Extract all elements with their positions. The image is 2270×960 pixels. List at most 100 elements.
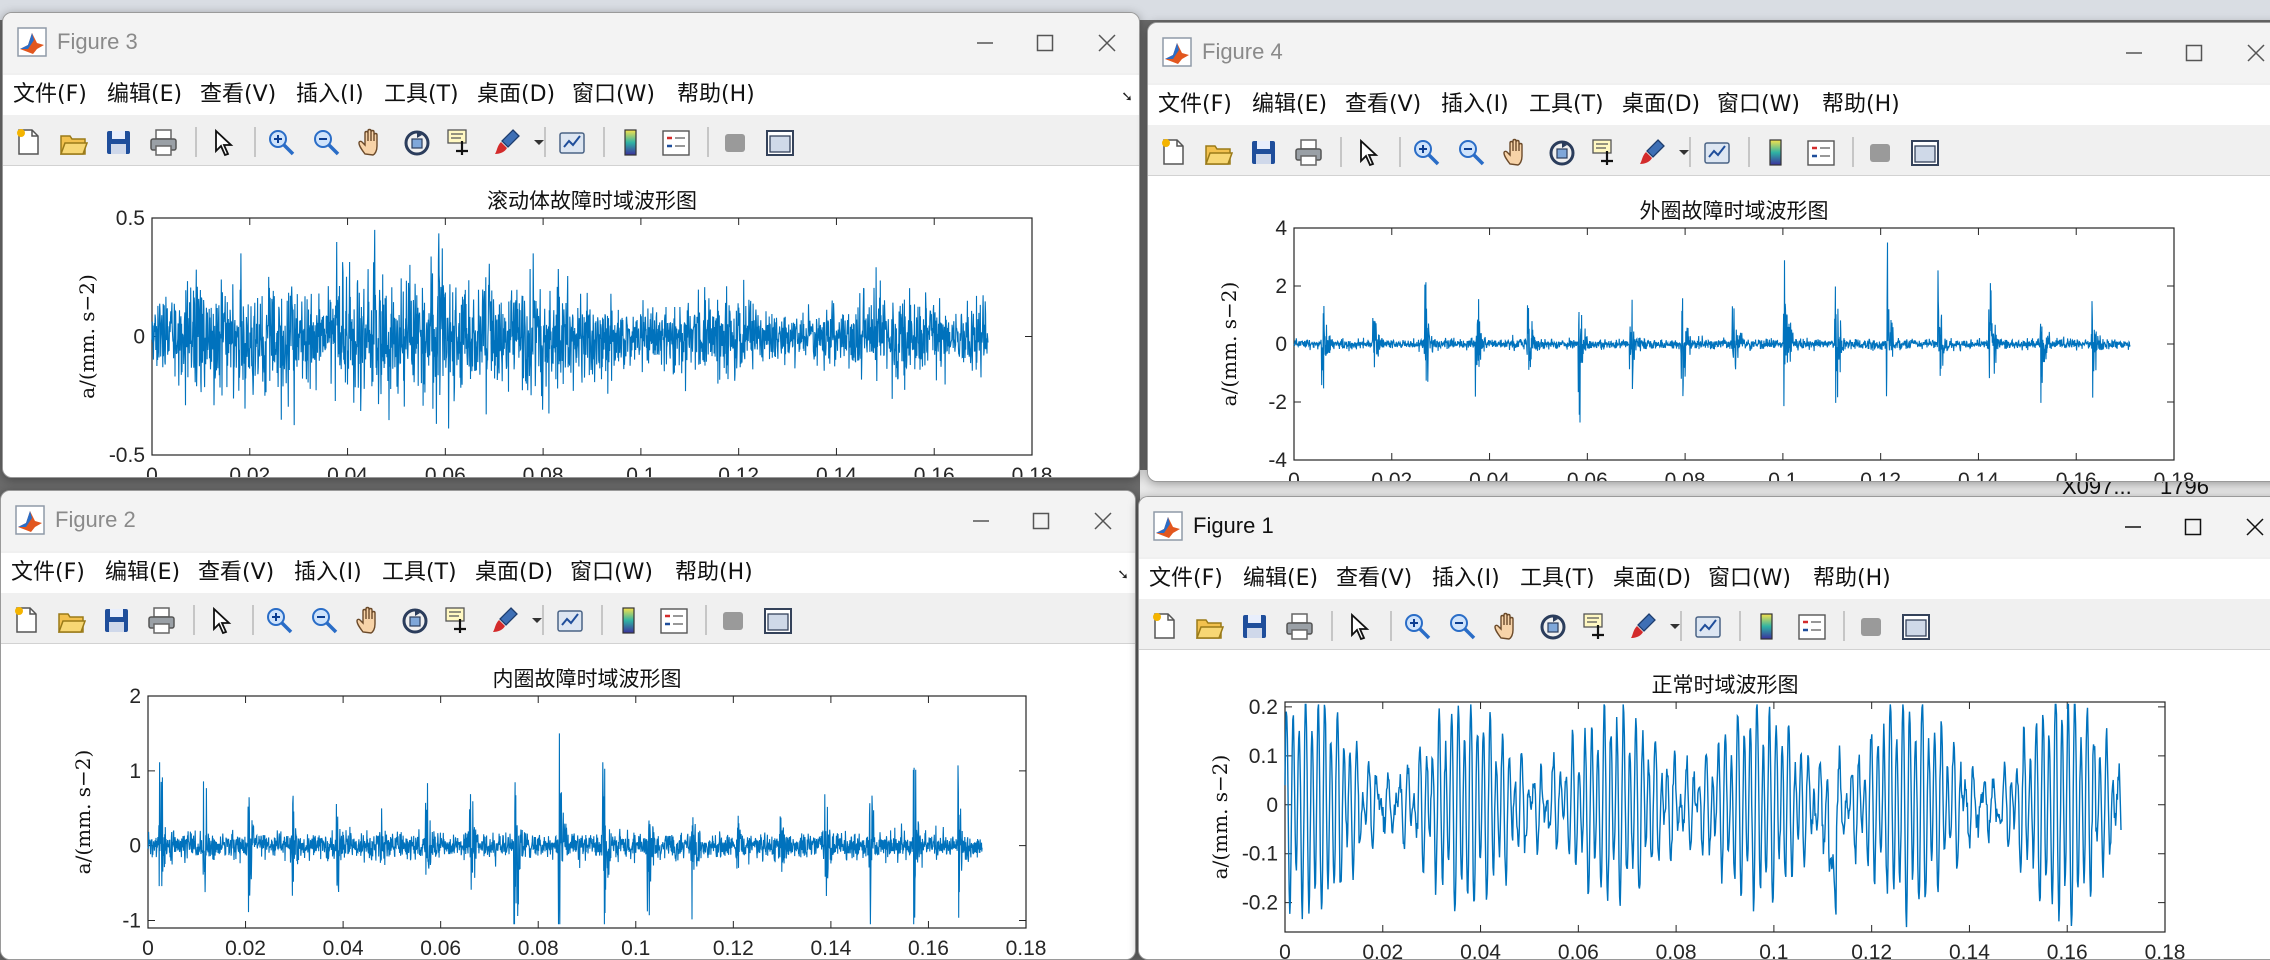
menu-item[interactable]: 工具(T) [1520, 565, 1595, 593]
minimize-button[interactable] [2114, 35, 2154, 71]
new-figure-icon[interactable] [13, 127, 43, 157]
show-plot-tools-icon[interactable] [762, 605, 792, 635]
legend-icon[interactable] [660, 127, 690, 157]
zoom-in-icon[interactable] [266, 127, 296, 157]
new-figure-icon[interactable] [11, 605, 41, 635]
brush-icon[interactable] [1627, 611, 1657, 641]
menu-item[interactable]: 插入(I) [294, 559, 362, 587]
figure-window-4[interactable]: Figure 4 文件(F) 编辑(E) 查看(V) 插入(I) 工具(T) 桌面(D) 窗口… [1147, 22, 2270, 482]
legend-icon[interactable] [658, 605, 688, 635]
hide-plot-tools-icon[interactable] [1864, 137, 1894, 167]
menu-item[interactable]: 文件(F) [1149, 565, 1223, 593]
menu-item[interactable]: 查看(V) [1336, 565, 1412, 593]
hide-plot-tools-icon[interactable] [717, 605, 747, 635]
hide-plot-tools-icon[interactable] [719, 127, 749, 157]
menu-overflow-icon[interactable]: ➘ [1117, 567, 1129, 583]
menu-item[interactable]: 工具(T) [1529, 91, 1604, 119]
save-icon[interactable] [1248, 137, 1278, 167]
menu-item[interactable]: 窗口(W) [1717, 91, 1800, 119]
colorbar-icon[interactable] [1751, 611, 1781, 641]
save-icon[interactable] [101, 605, 131, 635]
menu-item[interactable]: 桌面(D) [477, 81, 555, 109]
menu-item[interactable]: 查看(V) [200, 81, 276, 109]
menu-item[interactable]: 帮助(H) [675, 559, 753, 587]
brush-dropdown-icon[interactable] [1669, 137, 1699, 167]
zoom-in-icon[interactable] [1402, 611, 1432, 641]
save-icon[interactable] [1239, 611, 1269, 641]
colorbar-icon[interactable] [1760, 137, 1790, 167]
open-file-icon[interactable] [1194, 611, 1224, 641]
menu-item[interactable]: 插入(I) [296, 81, 364, 109]
minimize-button[interactable] [961, 503, 1001, 539]
menu-item[interactable]: 文件(F) [13, 81, 87, 109]
menu-item[interactable]: 编辑(E) [1252, 91, 1327, 119]
select-arrow-icon[interactable] [205, 605, 235, 635]
save-icon[interactable] [103, 127, 133, 157]
link-plot-icon[interactable] [556, 127, 586, 157]
figure-window-1[interactable]: Figure 1 文件(F) 编辑(E) 查看(V) 插入(I) 工具(T) 桌面(D) 窗口… [1138, 496, 2270, 960]
zoom-out-icon[interactable] [309, 605, 339, 635]
maximize-button[interactable] [2173, 509, 2213, 545]
link-plot-icon[interactable] [1701, 137, 1731, 167]
title-bar[interactable]: Figure 2 [1, 491, 1135, 551]
brush-dropdown-icon[interactable] [522, 605, 552, 635]
maximize-button[interactable] [1021, 503, 1061, 539]
minimize-button[interactable] [965, 25, 1005, 61]
rotate-3d-icon[interactable] [1546, 137, 1576, 167]
figure-window-2[interactable]: Figure 2 文件(F) 编辑(E) 查看(V) 插入(I) 工具(T) 桌面(D) 窗口… [0, 490, 1136, 960]
brush-dropdown-icon[interactable] [1660, 611, 1690, 641]
menu-overflow-icon[interactable]: ➘ [1121, 89, 1133, 105]
maximize-button[interactable] [2174, 35, 2214, 71]
zoom-out-icon[interactable] [1447, 611, 1477, 641]
menu-item[interactable]: 文件(F) [11, 559, 85, 587]
menu-item[interactable]: 帮助(H) [1822, 91, 1900, 119]
zoom-in-icon[interactable] [1411, 137, 1441, 167]
new-figure-icon[interactable] [1149, 611, 1179, 641]
print-icon[interactable] [148, 127, 178, 157]
menu-item[interactable]: 编辑(E) [105, 559, 180, 587]
menu-item[interactable]: 工具(T) [382, 559, 457, 587]
menu-item[interactable]: 窗口(W) [1708, 565, 1791, 593]
menu-item[interactable]: 工具(T) [384, 81, 459, 109]
menu-item[interactable]: 文件(F) [1158, 91, 1232, 119]
close-button[interactable] [2235, 509, 2270, 545]
print-icon[interactable] [1293, 137, 1323, 167]
show-plot-tools-icon[interactable] [1900, 611, 1930, 641]
hide-plot-tools-icon[interactable] [1855, 611, 1885, 641]
close-button[interactable] [1087, 25, 1127, 61]
print-icon[interactable] [1284, 611, 1314, 641]
menu-item[interactable]: 帮助(H) [1813, 565, 1891, 593]
pan-icon[interactable] [1492, 611, 1522, 641]
rotate-3d-icon[interactable] [399, 605, 429, 635]
menu-item[interactable]: 窗口(W) [572, 81, 655, 109]
select-arrow-icon[interactable] [207, 127, 237, 157]
title-bar[interactable]: Figure 1 [1139, 497, 2270, 557]
print-icon[interactable] [146, 605, 176, 635]
menu-item[interactable]: 桌面(D) [475, 559, 553, 587]
rotate-3d-icon[interactable] [1537, 611, 1567, 641]
show-plot-tools-icon[interactable] [764, 127, 794, 157]
zoom-in-icon[interactable] [264, 605, 294, 635]
brush-icon[interactable] [1636, 137, 1666, 167]
close-button[interactable] [2236, 35, 2270, 71]
open-file-icon[interactable] [1203, 137, 1233, 167]
menu-item[interactable]: 桌面(D) [1622, 91, 1700, 119]
pan-icon[interactable] [1501, 137, 1531, 167]
open-file-icon[interactable] [58, 127, 88, 157]
menu-item[interactable]: 查看(V) [1345, 91, 1421, 119]
open-file-icon[interactable] [56, 605, 86, 635]
menu-item[interactable]: 插入(I) [1432, 565, 1500, 593]
rotate-3d-icon[interactable] [401, 127, 431, 157]
legend-icon[interactable] [1796, 611, 1826, 641]
brush-icon[interactable] [491, 127, 521, 157]
menu-item[interactable]: 桌面(D) [1613, 565, 1691, 593]
pan-icon[interactable] [356, 127, 386, 157]
link-plot-icon[interactable] [1692, 611, 1722, 641]
brush-icon[interactable] [489, 605, 519, 635]
pan-icon[interactable] [354, 605, 384, 635]
menu-item[interactable]: 编辑(E) [107, 81, 182, 109]
colorbar-icon[interactable] [615, 127, 645, 157]
data-cursor-icon[interactable] [1582, 611, 1612, 641]
figure-window-3[interactable]: Figure 3 文件(F) 编辑(E) 查看(V) 插入(I) 工具(T) 桌面(D) 窗口… [2, 12, 1140, 478]
show-plot-tools-icon[interactable] [1909, 137, 1939, 167]
